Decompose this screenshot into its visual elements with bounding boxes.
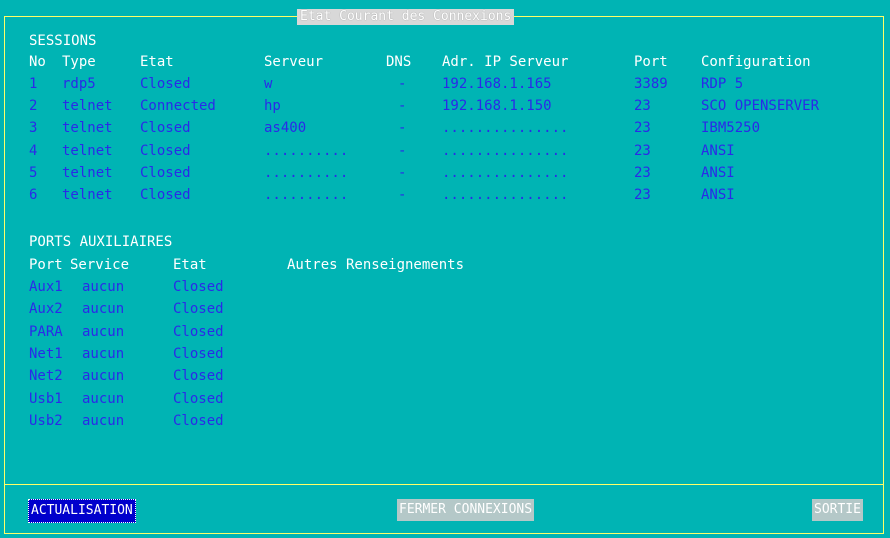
aux-cell-etat: Closed [173, 279, 224, 295]
session-cell-config: SCO OPENSERVER [701, 98, 820, 115]
session-cell-serveur: .......... [264, 187, 349, 203]
aux-cell-port: Net2 [29, 368, 63, 385]
col-header-type: Type [62, 54, 96, 70]
aux-cell-port: Usb1 [29, 390, 63, 407]
session-cell-serveur: w [264, 76, 273, 92]
session-cell-etat: Closed [140, 76, 191, 92]
aux-col-header-service: Service [70, 257, 130, 273]
session-cell-dns: - [398, 76, 407, 92]
session-cell-type: telnet [62, 142, 113, 159]
aux-cell-etat: Closed [173, 301, 224, 318]
session-cell-serveur: as400 [264, 120, 307, 137]
session-cell-no: 6 [29, 187, 38, 203]
window-frame [4, 16, 884, 534]
session-cell-serveur: .......... [264, 164, 349, 181]
session-cell-ip: 192.168.1.150 [442, 98, 552, 115]
refresh-button[interactable]: ACTUALISATION [28, 499, 136, 523]
session-cell-port: 23 [634, 187, 651, 203]
session-cell-type: telnet [62, 120, 113, 137]
session-cell-type: rdp5 [62, 76, 96, 92]
session-cell-dns: - [398, 98, 407, 115]
aux-cell-etat: Closed [173, 390, 224, 407]
sessions-heading: SESSIONS [29, 33, 97, 49]
session-cell-dns: - [398, 120, 407, 137]
aux-cell-port: Aux2 [29, 301, 63, 318]
aux-heading: PORTS AUXILIAIRES [29, 234, 173, 250]
session-cell-etat: Connected [140, 98, 216, 115]
aux-cell-etat: Closed [173, 323, 224, 340]
session-cell-no: 1 [29, 76, 38, 92]
aux-cell-etat: Closed [173, 412, 224, 429]
aux-cell-port: PARA [29, 323, 63, 340]
aux-cell-service: aucun [82, 345, 125, 362]
aux-col-header-etat: Etat [173, 257, 207, 273]
aux-col-header-autres: Autres Renseignements [287, 257, 465, 273]
session-cell-etat: Closed [140, 187, 191, 203]
aux-cell-service: aucun [82, 390, 125, 407]
aux-cell-etat: Closed [173, 368, 224, 385]
session-cell-dns: - [398, 187, 407, 203]
col-header-no: No [29, 54, 46, 70]
session-cell-no: 2 [29, 98, 38, 115]
session-cell-config: ANSI [701, 187, 735, 203]
session-cell-type: telnet [62, 98, 113, 115]
session-cell-config: ANSI [701, 142, 735, 159]
session-cell-config: RDP 5 [701, 76, 744, 92]
session-cell-etat: Closed [140, 142, 191, 159]
session-cell-no: 4 [29, 142, 38, 159]
session-cell-port: 23 [634, 120, 651, 137]
session-cell-ip: 192.168.1.165 [442, 76, 552, 92]
button-bar-divider [4, 484, 884, 485]
session-cell-serveur: .......... [264, 142, 349, 159]
aux-col-header-port: Port [29, 257, 63, 273]
col-header-config: Configuration [701, 54, 811, 70]
aux-cell-service: aucun [82, 301, 125, 318]
session-cell-etat: Closed [140, 120, 191, 137]
aux-cell-service: aucun [82, 412, 125, 429]
session-cell-port: 3389 [634, 76, 668, 92]
aux-cell-service: aucun [82, 323, 125, 340]
aux-cell-port: Usb2 [29, 412, 63, 429]
session-cell-ip: ............... [442, 187, 569, 203]
session-cell-config: IBM5250 [701, 120, 761, 137]
col-header-port: Port [634, 54, 668, 70]
session-cell-ip: ............... [442, 164, 569, 181]
col-header-dns: DNS [386, 54, 412, 70]
session-cell-port: 23 [634, 142, 651, 159]
session-cell-dns: - [398, 142, 407, 159]
aux-cell-port: Net1 [29, 345, 63, 362]
session-cell-no: 5 [29, 164, 38, 181]
aux-cell-etat: Closed [173, 345, 224, 362]
session-cell-serveur: hp [264, 98, 281, 115]
session-cell-dns: - [398, 164, 407, 181]
session-cell-ip: ............... [442, 120, 569, 137]
session-cell-port: 23 [634, 164, 651, 181]
session-cell-type: telnet [62, 164, 113, 181]
col-header-serveur: Serveur [264, 54, 324, 70]
col-header-ip: Adr. IP Serveur [442, 54, 569, 70]
session-cell-no: 3 [29, 120, 38, 137]
session-cell-etat: Closed [140, 164, 191, 181]
window-title: Etat Courant des Connexions [297, 9, 515, 25]
session-cell-port: 23 [634, 98, 651, 115]
col-header-etat: Etat [140, 54, 174, 70]
aux-cell-service: aucun [82, 368, 125, 385]
session-cell-ip: ............... [442, 142, 569, 159]
session-cell-config: ANSI [701, 164, 735, 181]
aux-cell-port: Aux1 [29, 279, 63, 295]
aux-cell-service: aucun [82, 279, 125, 295]
exit-button[interactable]: SORTIE [812, 499, 863, 521]
close-connections-button[interactable]: FERMER CONNEXIONS [397, 499, 535, 521]
session-cell-type: telnet [62, 187, 113, 203]
